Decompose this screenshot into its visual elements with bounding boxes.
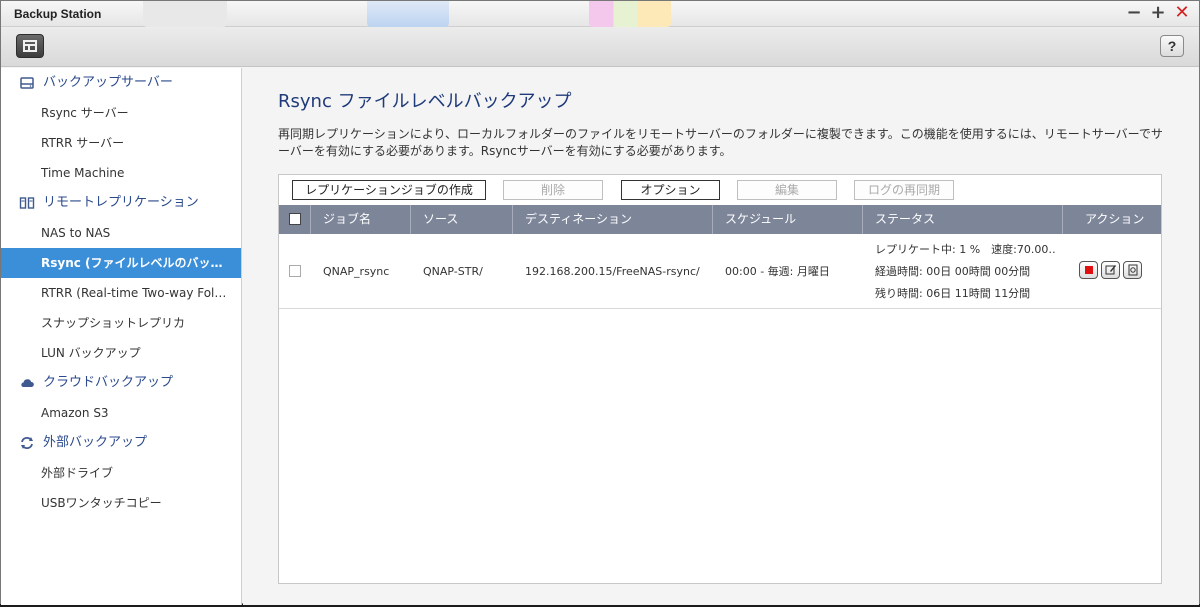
background-app-icon	[143, 1, 227, 27]
sidebar-group-label: リモートレプリケーション	[43, 195, 199, 210]
edit-icon[interactable]	[1101, 261, 1120, 279]
page-description: 再同期レプリケーションにより、ローカルフォルダーのファイルをリモートサーバーのフ…	[278, 127, 1163, 158]
toolbar: ?	[1, 27, 1199, 67]
options-button[interactable]: オプション	[621, 180, 720, 200]
sidebar-item-snapshot-replica[interactable]: スナップショットレプリカ	[1, 308, 241, 338]
log-icon[interactable]	[1123, 261, 1142, 279]
cloud-icon	[21, 379, 34, 387]
sidebar-group-label: クラウドバックアップ	[43, 375, 174, 390]
sidebar-item-lun-backup[interactable]: LUN バックアップ	[1, 338, 241, 368]
sidebar-item-nas-to-nas[interactable]: NAS to NAS	[1, 218, 241, 248]
resync-log-button[interactable]: ログの再同期	[854, 180, 954, 200]
sidebar-item-rsync-file-level[interactable]: Rsync (ファイルレベルのバック…	[1, 248, 241, 278]
sidebar: バックアップサーバー Rsync サーバー RTRR サーバー Time Mac…	[1, 68, 242, 605]
column-header[interactable]: ステータス	[863, 205, 1063, 234]
stop-icon[interactable]	[1079, 261, 1098, 279]
select-all-cell	[279, 205, 311, 234]
column-header[interactable]: スケジュール	[713, 205, 863, 234]
minimize-icon[interactable]: −	[1125, 4, 1143, 22]
sidebar-item-rsync-server[interactable]: Rsync サーバー	[1, 98, 241, 128]
sidebar-item-external-drive[interactable]: 外部ドライブ	[1, 458, 241, 488]
title-bar: Backup Station − + ✕	[1, 1, 1199, 27]
background-app-icon	[589, 1, 671, 27]
sync-icon	[21, 437, 33, 449]
maximize-icon[interactable]: +	[1149, 4, 1167, 22]
sidebar-item-amazon-s3[interactable]: Amazon S3	[1, 398, 241, 428]
sidebar-group-cloud-backup[interactable]: クラウドバックアップ	[1, 368, 241, 398]
row-checkbox[interactable]	[289, 265, 301, 277]
row-actions	[1079, 261, 1142, 279]
sidebar-group-remote-replication[interactable]: リモートレプリケーション	[1, 188, 241, 218]
backup-station-window: Backup Station − + ✕ ? バックアップサーバー Rsync …	[0, 0, 1200, 605]
column-header[interactable]: デスティネーション	[513, 205, 713, 234]
delete-button[interactable]: 削除	[503, 180, 603, 200]
select-all-checkbox[interactable]	[289, 213, 301, 225]
sidebar-item-rtrr-server[interactable]: RTRR サーバー	[1, 128, 241, 158]
close-icon[interactable]: ✕	[1173, 4, 1191, 22]
help-button[interactable]: ?	[1160, 35, 1184, 57]
page-title: Rsync ファイルレベルバックアップ	[278, 91, 572, 112]
column-header[interactable]: ジョブ名	[311, 205, 411, 234]
table-header: ジョブ名 ソース デスティネーション スケジュール ステータス アクション	[279, 205, 1161, 234]
status-progress: レプリケート中: 1 % 速度:70.00…	[875, 243, 1055, 256]
jobs-panel: レプリケーションジョブの作成 削除 オプション 編集 ログの再同期 ジョブ名 ソ…	[278, 174, 1162, 584]
sidebar-group-label: 外部バックアップ	[43, 435, 148, 450]
edit-button[interactable]: 編集	[737, 180, 837, 200]
drive-icon	[20, 77, 34, 89]
column-header[interactable]: アクション	[1063, 205, 1161, 234]
create-job-button[interactable]: レプリケーションジョブの作成	[292, 180, 486, 200]
status-cell: レプリケート中: 1 % 速度:70.00… 経過時間: 00日 00時間 00…	[875, 239, 1055, 305]
schedule-cell: 00:00 - 毎週: 月曜日	[725, 265, 830, 278]
column-header[interactable]: ソース	[411, 205, 513, 234]
background-app-icon	[367, 1, 449, 27]
sidebar-toggle-button[interactable]	[16, 34, 44, 58]
job-name-cell: QNAP_rsync	[323, 265, 390, 278]
action-bar: レプリケーションジョブの作成 削除 オプション 編集 ログの再同期	[279, 175, 1161, 205]
sidebar-item-usb-one-touch[interactable]: USBワンタッチコピー	[1, 488, 241, 518]
sidebar-group-external-backup[interactable]: 外部バックアップ	[1, 428, 241, 458]
panel-icon	[23, 40, 37, 52]
destination-cell: 192.168.200.15/FreeNAS-rsync/	[525, 265, 700, 278]
status-remaining: 残り時間: 06日 11時間 11分間	[875, 287, 1031, 300]
source-cell: QNAP-STR/	[423, 265, 483, 278]
table-row[interactable]: QNAP_rsync QNAP-STR/ 192.168.200.15/Free…	[279, 234, 1161, 309]
main-content: Rsync ファイルレベルバックアップ 再同期レプリケーションにより、ローカルフ…	[243, 68, 1199, 605]
sidebar-group-label: バックアップサーバー	[43, 75, 173, 90]
status-elapsed: 経過時間: 00日 00時間 00分間	[875, 265, 1031, 278]
window-title: Backup Station	[14, 7, 102, 21]
sidebar-item-time-machine[interactable]: Time Machine	[1, 158, 241, 188]
replication-icon	[19, 197, 35, 209]
sidebar-item-rtrr[interactable]: RTRR (Real-time Two-way Folder …	[1, 278, 241, 308]
sidebar-group-backup-server[interactable]: バックアップサーバー	[1, 68, 241, 98]
